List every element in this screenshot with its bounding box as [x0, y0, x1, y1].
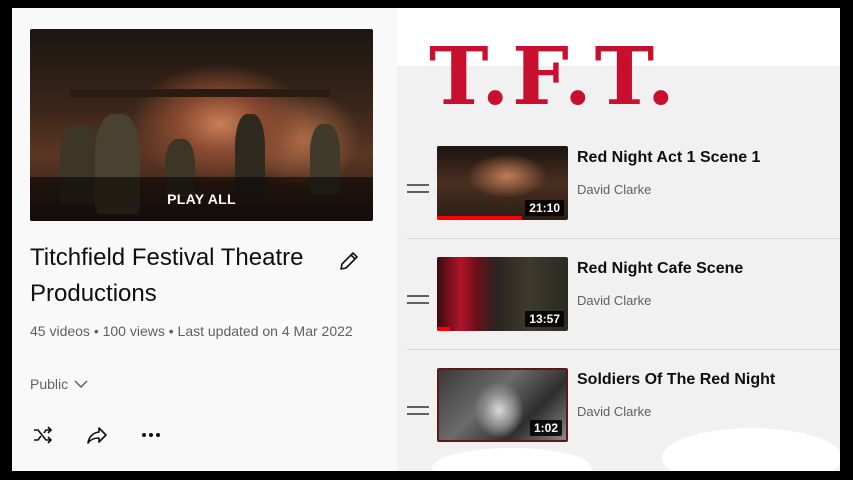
duration-badge: 21:10: [525, 200, 564, 216]
share-icon[interactable]: [84, 422, 110, 448]
drag-handle-icon[interactable]: [407, 295, 429, 309]
video-title[interactable]: Soldiers Of The Red Night: [577, 371, 775, 389]
playlist-item[interactable]: 13:57 Red Night Cafe Scene David Clarke: [407, 257, 817, 357]
play-all-label: PLAY ALL: [167, 191, 236, 207]
video-thumbnail[interactable]: 1:02: [437, 368, 568, 442]
tft-logo: T.F.T.: [429, 29, 678, 123]
more-icon[interactable]: [138, 422, 164, 448]
watch-progress-bar: [437, 216, 523, 220]
playlist-title: Titchfield Festival Theatre Productions: [30, 244, 304, 307]
playlist-stats: 45 videos • 100 views • Last updated on …: [30, 323, 353, 339]
video-thumbnail[interactable]: 13:57: [437, 257, 568, 331]
shuffle-icon[interactable]: [30, 422, 56, 448]
divider: [407, 349, 840, 350]
play-all-overlay[interactable]: PLAY ALL: [30, 177, 373, 221]
channel-name[interactable]: David Clarke: [577, 182, 651, 197]
privacy-label: Public: [30, 376, 69, 392]
duration-badge: 13:57: [525, 311, 564, 327]
pencil-icon[interactable]: [337, 249, 361, 273]
playlist-item[interactable]: 21:10 Red Night Act 1 Scene 1 David Clar…: [407, 146, 817, 246]
chevron-down-icon: [74, 376, 88, 392]
video-title[interactable]: Red Night Cafe Scene: [577, 260, 743, 278]
drag-handle-icon[interactable]: [407, 406, 429, 420]
drag-handle-icon[interactable]: [407, 184, 429, 198]
duration-badge: 1:02: [529, 420, 562, 436]
video-title[interactable]: Red Night Act 1 Scene 1: [577, 149, 760, 167]
playlist-hero-thumbnail[interactable]: PLAY ALL: [30, 29, 373, 221]
playlist-actions: [30, 422, 164, 448]
divider: [407, 238, 840, 239]
watch-progress-bar: [437, 327, 451, 331]
playlist-header-panel: PLAY ALL Titchfield Festival Theatre Pro…: [12, 8, 392, 471]
screenshot-frame: PLAY ALL Titchfield Festival Theatre Pro…: [12, 8, 840, 471]
channel-name[interactable]: David Clarke: [577, 404, 651, 419]
channel-name[interactable]: David Clarke: [577, 293, 651, 308]
privacy-dropdown[interactable]: Public: [30, 376, 88, 392]
video-thumbnail[interactable]: 21:10: [437, 146, 568, 220]
set-shelf: [70, 89, 330, 97]
